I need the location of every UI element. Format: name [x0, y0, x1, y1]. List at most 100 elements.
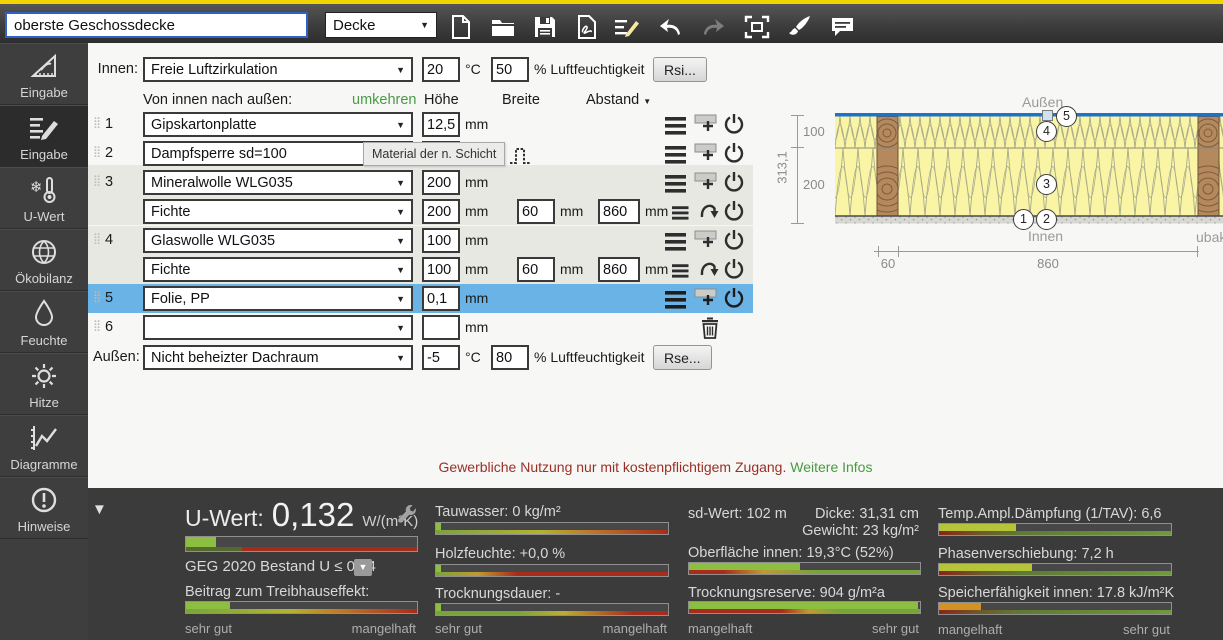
layer-6-material-select[interactable]: ▼	[143, 315, 413, 340]
new-file-icon[interactable]	[448, 14, 474, 40]
top-toolbar: Decke ▼	[0, 0, 1223, 43]
add-layer-icon[interactable]	[694, 170, 718, 194]
innen-climate-select[interactable]: Freie Luftzirkulation▼	[143, 57, 413, 82]
rotate-frame-icon[interactable]	[697, 199, 721, 223]
drag-handle-icon[interactable]: ⣿	[93, 145, 100, 158]
construction-drawing[interactable]	[835, 113, 1223, 224]
open-folder-icon[interactable]	[490, 14, 516, 40]
toggle-layer-icon[interactable]	[722, 199, 746, 223]
sidebar-item-diagramme[interactable]: Diagramme	[0, 415, 88, 477]
drag-handle-icon[interactable]: ⣿	[93, 319, 100, 332]
oberflaeche-label: Oberfläche innen: 19,3°C (52%)	[688, 545, 894, 561]
layer-drag-handle-square[interactable]	[1042, 110, 1053, 121]
layer-4-frame-material-select[interactable]: Fichte▼	[143, 257, 413, 282]
thickness-unit: mm	[465, 112, 488, 137]
holzfeuchte-label: Holzfeuchte: +0,0 %	[435, 546, 565, 562]
delete-layer-icon[interactable]	[698, 316, 722, 340]
layer-marker-5[interactable]: 5	[1056, 106, 1077, 127]
layer-menu-icon[interactable]	[665, 172, 689, 196]
add-layer-icon[interactable]	[694, 141, 718, 165]
construction-type-select[interactable]: Decke ▼	[325, 12, 437, 38]
layer-marker-3[interactable]: 3	[1036, 174, 1057, 195]
layer-number: 3	[105, 170, 113, 195]
sidebar-item-hinweise[interactable]: Hinweise	[0, 477, 88, 539]
col-abstand-dropdown[interactable]: Abstand ▼	[586, 91, 651, 111]
layer-marker-2[interactable]: 2	[1036, 209, 1057, 230]
layer-1-material-select[interactable]: Gipskartonplatte▼	[143, 112, 413, 137]
layer-3-thickness-input[interactable]	[422, 170, 460, 195]
sidebar-item-hitze[interactable]: Hitze	[0, 353, 88, 415]
layer-1-thickness-input[interactable]	[422, 112, 460, 137]
paintbrush-icon[interactable]	[786, 14, 812, 40]
aussen-temp-input[interactable]	[422, 345, 460, 370]
toggle-layer-icon[interactable]	[722, 257, 746, 281]
rotate-frame-icon[interactable]	[697, 257, 721, 281]
project-title-input[interactable]	[5, 12, 308, 38]
layer-3-frame-thickness-input[interactable]	[422, 199, 460, 224]
aussen-climate-select[interactable]: Nicht beheizter Dachraum▼	[143, 345, 413, 370]
sidebar-item-oekobilanz[interactable]: Ökobilanz	[0, 229, 88, 291]
drag-handle-icon[interactable]: ⣿	[93, 174, 100, 187]
redo-icon[interactable]	[700, 14, 726, 40]
toggle-layer-icon[interactable]	[722, 228, 746, 252]
umkehren-link[interactable]: umkehren	[352, 91, 416, 109]
layer-menu-icon[interactable]	[672, 201, 690, 225]
layer-marker-1[interactable]: 1	[1013, 209, 1034, 230]
drag-handle-icon[interactable]: ⣿	[93, 116, 100, 129]
gauge-treibhaus	[185, 601, 418, 614]
toggle-layer-icon[interactable]	[722, 112, 746, 136]
toggle-layer-icon[interactable]	[722, 141, 746, 165]
save-icon[interactable]	[532, 14, 558, 40]
innen-temp-input[interactable]	[422, 57, 460, 82]
layer-marker-4[interactable]: 4	[1036, 121, 1057, 142]
edit-sign-icon[interactable]	[614, 14, 640, 40]
drag-handle-icon[interactable]: ⣿	[93, 232, 100, 245]
layer-6-thickness-input[interactable]	[422, 315, 460, 340]
layer-menu-icon[interactable]	[665, 143, 689, 167]
layer-menu-icon[interactable]	[665, 230, 689, 254]
selected-foil-layer[interactable]	[835, 113, 1223, 117]
layer-4-material-select[interactable]: Glaswolle WLG035▼	[143, 228, 413, 253]
water-drop-icon	[0, 292, 88, 334]
aussen-label: Außen:	[93, 345, 138, 370]
pdf-export-icon[interactable]	[574, 14, 600, 40]
dim-100: 100	[803, 124, 825, 139]
layer-5-material-select[interactable]: Folie, PP▼	[143, 286, 413, 311]
sidebar-item-eingabe-geometry[interactable]: Eingabe	[0, 43, 88, 105]
sidebar-item-feuchte[interactable]: Feuchte	[0, 291, 88, 353]
layer-3-frame-width-input[interactable]	[517, 199, 555, 224]
aussen-humidity-input[interactable]	[491, 345, 529, 370]
layer-4-frame-width-input[interactable]	[517, 257, 555, 282]
sidebar-item-uwert[interactable]: ❄ U-Wert	[0, 167, 88, 229]
layer-4-frame-thickness-input[interactable]	[422, 257, 460, 282]
layer-number: 5	[105, 286, 113, 311]
layer-menu-icon[interactable]	[665, 114, 689, 138]
sidebar-item-label: Ökobilanz	[0, 272, 88, 286]
sidebar-item-eingabe-layers[interactable]: Eingabe	[0, 105, 88, 167]
toggle-layer-icon[interactable]	[722, 170, 746, 194]
collapse-panel-icon[interactable]: ▼	[92, 501, 107, 518]
wrench-icon[interactable]	[396, 505, 418, 527]
layer-3-material-select[interactable]: Mineralwolle WLG035▼	[143, 170, 413, 195]
layer-3-frame-material-select[interactable]: Fichte▼	[143, 199, 413, 224]
layer-5-thickness-input[interactable]	[422, 286, 460, 311]
weitere-infos-link[interactable]: Weitere Infos	[790, 459, 872, 475]
add-layer-icon[interactable]	[694, 228, 718, 252]
layer-menu-icon[interactable]	[672, 259, 690, 283]
drag-handle-icon[interactable]: ⣿	[93, 290, 100, 303]
innen-humidity-input[interactable]	[491, 57, 529, 82]
layer-3-frame-spacing-input[interactable]	[598, 199, 640, 224]
undo-icon[interactable]	[658, 14, 684, 40]
layer-menu-icon[interactable]	[665, 288, 689, 312]
geg-select-button[interactable]: ▼	[354, 559, 372, 576]
comment-icon[interactable]	[830, 14, 856, 40]
add-layer-icon[interactable]	[694, 286, 718, 310]
sidebar: Eingabe Eingabe ❄ U-Wert	[0, 43, 88, 640]
toggle-layer-icon[interactable]	[722, 286, 746, 310]
rsi-button[interactable]: Rsi...	[653, 57, 707, 82]
rse-button[interactable]: Rse...	[653, 345, 712, 370]
layer-4-thickness-input[interactable]	[422, 228, 460, 253]
fullscreen-icon[interactable]	[744, 14, 770, 40]
add-layer-icon[interactable]	[694, 112, 718, 136]
layer-4-frame-spacing-input[interactable]	[598, 257, 640, 282]
